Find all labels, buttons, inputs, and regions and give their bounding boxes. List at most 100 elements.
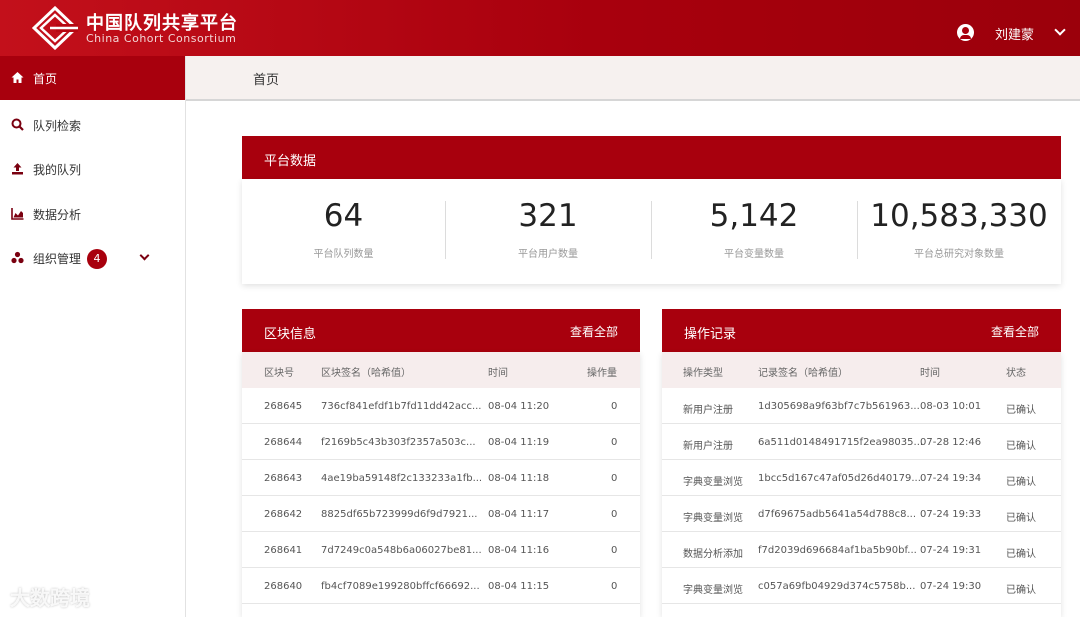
search-icon [11, 118, 24, 131]
block-ops: 0 [611, 401, 618, 412]
record-status: 已确认 [1006, 441, 1036, 452]
column-header: 时间 [488, 368, 508, 379]
column-header: 记录签名（哈希值） [758, 368, 848, 379]
sidebar-item-org-management[interactable]: 组织管理 4 [0, 236, 185, 280]
notification-badge: 4 [87, 249, 107, 269]
record-status: 已确认 [1006, 405, 1036, 416]
record-status: 已确认 [1006, 477, 1036, 488]
record-type: 数据分析添加 [683, 549, 743, 560]
table-row[interactable]: 268642 8825df65b723999d6f9d7921... 08-04… [242, 496, 640, 532]
block-ops: 0 [611, 581, 618, 592]
chevron-down-icon[interactable] [1054, 24, 1066, 36]
table-row[interactable]: 268645 736cf841efdf1b7fd11dd42acc... 08-… [242, 388, 640, 424]
table-row[interactable]: 新用户注册 6a511d0148491715f2ea98035... 07-28… [662, 424, 1061, 460]
breadcrumb-home[interactable]: 首页 [253, 69, 279, 88]
view-all-records-link[interactable]: 查看全部 [991, 323, 1039, 340]
stats-card-header: 平台数据 [242, 136, 1061, 179]
block-number: 268645 [264, 401, 303, 412]
table-row[interactable]: 268640 fb4cf7089e199280bffcf66692... 08-… [242, 568, 640, 604]
table-row[interactable]: 新用户注册 1d305698a9f63bf7c7b561963... 08-03… [662, 388, 1061, 424]
stat-subject-count: 10,583,330 平台总研究对象数量 [857, 179, 1061, 284]
table-row[interactable]: 268641 7d7249c0a548b6a06027be81... 08-04… [242, 532, 640, 568]
block-number: 268640 [264, 581, 303, 592]
record-time: 07-24 19:31 [920, 545, 982, 556]
view-all-blocks-link[interactable]: 查看全部 [570, 323, 618, 340]
record-type: 新用户注册 [683, 441, 733, 452]
block-card-header: 区块信息 查看全部 [242, 309, 640, 352]
block-hash: 7d7249c0a548b6a06027be81... [321, 545, 482, 556]
record-time: 07-24 19:33 [920, 509, 982, 520]
block-time: 08-04 11:15 [488, 581, 550, 592]
column-header: 状态 [1006, 368, 1026, 379]
stat-label: 平台总研究对象数量 [914, 249, 1004, 260]
record-time: 08-03 10:01 [920, 401, 982, 412]
breadcrumb: 首页 [186, 56, 1080, 101]
sidebar-item-label: 我的队列 [33, 162, 82, 177]
block-time: 08-04 11:16 [488, 545, 550, 556]
table-row[interactable]: 数据分析添加 f7d2039d696684af1ba5b90bf... 07-2… [662, 532, 1061, 568]
column-header: 操作量 [587, 368, 617, 379]
column-header: 区块签名（哈希值） [321, 368, 411, 379]
stat-value: 321 [518, 198, 578, 234]
table-row[interactable]: 268643 4ae19ba59148f2c133233a1fb... 08-0… [242, 460, 640, 496]
brand-subtitle: China Cohort Consortium [86, 32, 237, 45]
block-ops: 0 [611, 545, 618, 556]
block-ops: 0 [611, 509, 618, 520]
block-hash: 736cf841efdf1b7fd11dd42acc... [321, 401, 482, 412]
table-row[interactable]: 268644 f2169b5c43b303f2357a503c... 08-04… [242, 424, 640, 460]
sidebar: 首页 队列检索 我的队列 数据分析 组织管理 4 [0, 56, 186, 617]
block-time: 08-04 11:17 [488, 509, 550, 520]
block-time: 08-04 11:20 [488, 401, 550, 412]
record-time: 07-28 12:46 [920, 437, 982, 448]
upload-icon [11, 162, 24, 175]
record-type: 字典变量浏览 [683, 585, 743, 596]
stat-label: 平台变量数量 [724, 249, 784, 260]
column-header: 区块号 [264, 368, 294, 379]
user-avatar-icon[interactable] [957, 24, 974, 41]
record-hash: 6a511d0148491715f2ea98035... [758, 437, 924, 448]
block-number: 268642 [264, 509, 303, 520]
user-name[interactable]: 刘建蒙 [995, 24, 1034, 43]
sidebar-item-label: 队列检索 [33, 118, 82, 133]
record-hash: 1bcc5d167c47af05d26d40179... [758, 473, 921, 484]
record-type: 字典变量浏览 [683, 513, 743, 524]
stat-value: 5,142 [709, 198, 799, 234]
records-card-title: 操作记录 [684, 327, 737, 342]
block-time: 08-04 11:18 [488, 473, 550, 484]
sidebar-item-cohort-search[interactable]: 队列检索 [0, 103, 185, 147]
block-time: 08-04 11:19 [488, 437, 550, 448]
block-hash: 8825df65b723999d6f9d7921... [321, 509, 478, 520]
block-hash: fb4cf7089e199280bffcf66692... [321, 581, 480, 592]
block-card-title: 区块信息 [264, 327, 317, 342]
block-ops: 0 [611, 437, 618, 448]
watermark: 大数跨境 [10, 586, 90, 610]
record-hash: c057a69fb04929d374c5758b... [758, 581, 916, 592]
org-icon [11, 251, 24, 264]
sidebar-item-data-analysis[interactable]: 数据分析 [0, 192, 185, 236]
record-time: 07-24 19:30 [920, 581, 982, 592]
stat-value: 64 [323, 198, 364, 234]
record-hash: f7d2039d696684af1ba5b90bf... [758, 545, 917, 556]
chevron-down-icon[interactable] [139, 250, 150, 261]
sidebar-item-label: 首页 [33, 71, 58, 86]
block-table: 区块号 区块签名（哈希值） 时间 操作量 268645 736cf841efdf… [242, 352, 640, 617]
record-status: 已确认 [1006, 549, 1036, 560]
stats-card: 64 平台队列数量 321 平台用户数量 5,142 平台变量数量 10,583… [242, 179, 1061, 284]
stat-cohort-count: 64 平台队列数量 [242, 179, 445, 284]
record-hash: 1d305698a9f63bf7c7b561963... [758, 401, 920, 412]
stat-variable-count: 5,142 平台变量数量 [651, 179, 857, 284]
sidebar-item-home[interactable]: 首页 [0, 56, 185, 100]
sidebar-item-label: 组织管理 [33, 251, 82, 266]
table-row[interactable]: 字典变量浏览 1bcc5d167c47af05d26d40179... 07-2… [662, 460, 1061, 496]
records-table: 操作类型 记录签名（哈希值） 时间 状态 新用户注册 1d305698a9f63… [662, 352, 1061, 617]
record-type: 新用户注册 [683, 405, 733, 416]
records-card-header: 操作记录 查看全部 [662, 309, 1061, 352]
record-status: 已确认 [1006, 513, 1036, 524]
block-number: 268641 [264, 545, 303, 556]
block-number: 268644 [264, 437, 303, 448]
table-row[interactable]: 字典变量浏览 d7f69675adb5641a54d788c8... 07-24… [662, 496, 1061, 532]
table-row[interactable]: 字典变量浏览 c057a69fb04929d374c5758b... 07-24… [662, 568, 1061, 604]
sidebar-item-my-cohort[interactable]: 我的队列 [0, 147, 185, 191]
stat-label: 平台用户数量 [518, 249, 578, 260]
chart-icon [11, 207, 24, 220]
